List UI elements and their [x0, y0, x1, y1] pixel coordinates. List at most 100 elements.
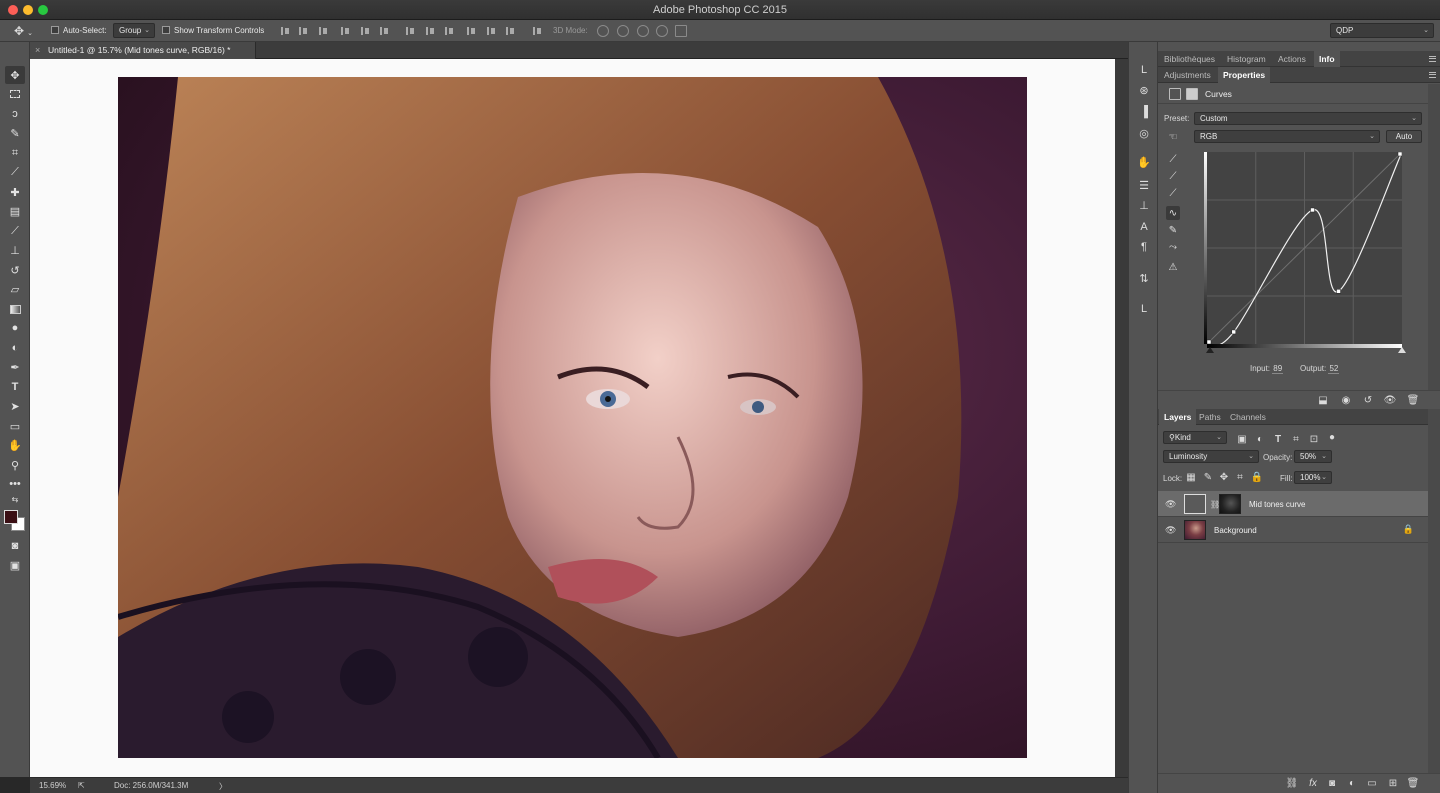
tab-paths[interactable]: Paths	[1194, 409, 1226, 425]
view-previous-icon[interactable]: ◉	[1340, 394, 1352, 406]
tab-actions[interactable]: Actions	[1273, 51, 1311, 67]
delete-layer-icon[interactable]: 🗑	[1407, 777, 1420, 789]
portrait-photo[interactable]	[118, 77, 1027, 758]
white-point-slider[interactable]	[1398, 347, 1406, 353]
layer-row-background[interactable]: 👁 Background 🔒	[1158, 517, 1428, 543]
auto-select-option[interactable]: Auto-Select:	[51, 24, 107, 38]
timeline-icon[interactable]: ⇅	[1136, 270, 1152, 286]
history-brush-icon[interactable]: ↺	[5, 261, 25, 279]
quick-mask-icon[interactable]: ◙	[5, 537, 25, 555]
panel-menu-icon[interactable]	[1429, 56, 1436, 62]
brushes-icon[interactable]: ✋	[1136, 154, 1152, 170]
fill-input[interactable]: 100% ⌄	[1294, 471, 1332, 484]
canvas-area[interactable]	[30, 59, 1128, 777]
curve-control-point[interactable]	[1397, 151, 1403, 157]
3d-pan-icon[interactable]	[637, 25, 649, 37]
align-hcenter-icon[interactable]	[360, 26, 370, 36]
channel-select[interactable]: RGB ⌄	[1194, 130, 1380, 143]
preset-select[interactable]: Custom ⌄	[1194, 112, 1422, 125]
export-icon[interactable]: ⇱	[78, 781, 85, 790]
layer-comps-2-icon[interactable]: L	[1136, 301, 1152, 317]
character-icon[interactable]: A	[1136, 219, 1152, 235]
path-select-icon[interactable]: ➤	[5, 397, 25, 415]
canvas-vertical-scrollbar[interactable]	[1115, 59, 1128, 777]
more-icon[interactable]: •••	[5, 475, 25, 493]
layer-row-mid-tones-curve[interactable]: 👁 ⛓ Mid tones curve	[1158, 491, 1428, 517]
screen-mode-icon[interactable]: ▣	[5, 556, 25, 574]
auto-button[interactable]: Auto	[1386, 130, 1422, 143]
3d-roll-icon[interactable]	[617, 25, 629, 37]
background-thumbnail[interactable]	[1184, 520, 1206, 540]
tab-histogram[interactable]: Histogram	[1222, 51, 1271, 67]
pencil-draw-icon[interactable]: ✎	[1166, 223, 1180, 237]
pen-icon[interactable]: ✒	[5, 358, 25, 376]
auto-align-icon[interactable]	[532, 26, 542, 36]
swatches-icon[interactable]: ▐	[1136, 104, 1152, 120]
adjust-sliders-icon[interactable]: ☰	[1136, 177, 1152, 193]
patch-icon[interactable]: ▤	[5, 202, 25, 220]
3d-scale-icon[interactable]	[675, 25, 687, 37]
move-icon[interactable]: ✥	[5, 66, 25, 84]
tab-bibliotheques[interactable]: Bibliothèques	[1159, 51, 1220, 67]
brush-icon[interactable]: ⟋	[5, 222, 25, 240]
layer-name[interactable]: Mid tones curve	[1249, 500, 1305, 509]
lock-all-icon[interactable]: 🔒	[1251, 471, 1263, 483]
distribute-top-icon[interactable]	[405, 26, 415, 36]
align-bottom-icon[interactable]	[318, 26, 328, 36]
filter-adjustment-icon[interactable]: ◐	[1254, 433, 1266, 445]
lock-image-icon[interactable]: ✎	[1202, 471, 1214, 483]
curve-points-icon[interactable]: ∿	[1166, 206, 1180, 220]
type-icon[interactable]: T	[5, 378, 25, 396]
smooth-curve-icon[interactable]: ⤳	[1166, 240, 1180, 254]
auto-select-checkbox[interactable]	[51, 26, 59, 34]
layers-scrollbar[interactable]	[1428, 409, 1440, 773]
show-transform-checkbox[interactable]	[162, 26, 170, 34]
gray-point-eyedropper-icon[interactable]: ⟋	[1166, 169, 1180, 183]
tab-info[interactable]: Info	[1314, 51, 1340, 67]
black-point-eyedropper-icon[interactable]: ⟋	[1166, 152, 1180, 166]
distribute-vcenter-icon[interactable]	[425, 26, 435, 36]
curve-plot[interactable]	[1206, 151, 1403, 347]
curves-adjustment-thumbnail[interactable]	[1184, 494, 1206, 514]
delete-adjustment-icon[interactable]: 🗑	[1407, 394, 1420, 406]
fx-icon[interactable]: fx	[1307, 777, 1319, 789]
canvas-pasteboard[interactable]	[30, 59, 1115, 777]
paragraph-icon[interactable]: ¶	[1136, 239, 1152, 255]
filter-type-icon[interactable]: T	[1272, 433, 1284, 445]
hand-icon[interactable]: ✋	[5, 436, 25, 454]
properties-scrollbar[interactable]	[1428, 84, 1440, 390]
tab-layers[interactable]: Layers	[1159, 409, 1197, 425]
distribute-left-icon[interactable]	[466, 26, 476, 36]
distribute-bottom-icon[interactable]	[444, 26, 454, 36]
lasso-icon[interactable]: ↄ	[5, 105, 25, 123]
opacity-input[interactable]: 50% ⌄	[1294, 450, 1332, 463]
gradient-icon[interactable]	[5, 300, 25, 318]
dodge-icon[interactable]: ◐	[5, 339, 25, 357]
navigator-icon[interactable]: ◎	[1136, 125, 1152, 141]
curve-control-point[interactable]	[1231, 329, 1237, 335]
blur-icon[interactable]: ●	[5, 319, 25, 337]
curve-control-point[interactable]	[1336, 289, 1341, 294]
black-point-slider[interactable]	[1206, 347, 1214, 353]
tab-properties[interactable]: Properties	[1218, 67, 1271, 83]
align-left-icon[interactable]	[340, 26, 350, 36]
eraser-icon[interactable]: ▱	[5, 280, 25, 298]
crop-icon[interactable]: ⌗	[5, 144, 25, 162]
clip-to-layer-icon[interactable]: ⬓	[1317, 394, 1329, 406]
link-layers-icon[interactable]: ⛓	[1286, 777, 1299, 789]
filter-kind-select[interactable]: ⚲Kind ⌄	[1163, 431, 1227, 444]
filter-smart-object-icon[interactable]: ⊡	[1308, 433, 1320, 445]
move-tool-preset-icon[interactable]: ✥ ⌄	[14, 24, 33, 38]
new-adjustment-layer-icon[interactable]: ◐	[1346, 777, 1358, 789]
tab-adjustments[interactable]: Adjustments	[1159, 67, 1216, 83]
curves-graph[interactable]	[1206, 151, 1403, 347]
quick-select-icon[interactable]: ✎	[5, 124, 25, 142]
reset-icon[interactable]: ↺	[1362, 394, 1374, 406]
layer-mask-icon[interactable]	[1186, 88, 1198, 100]
3d-slide-icon[interactable]	[656, 25, 668, 37]
input-value[interactable]: 89	[1272, 364, 1284, 374]
visibility-eye-icon[interactable]: 👁	[1165, 525, 1176, 535]
clone-source-icon[interactable]: ⊥	[1136, 197, 1152, 213]
align-right-icon[interactable]	[379, 26, 389, 36]
distribute-hcenter-icon[interactable]	[486, 26, 496, 36]
